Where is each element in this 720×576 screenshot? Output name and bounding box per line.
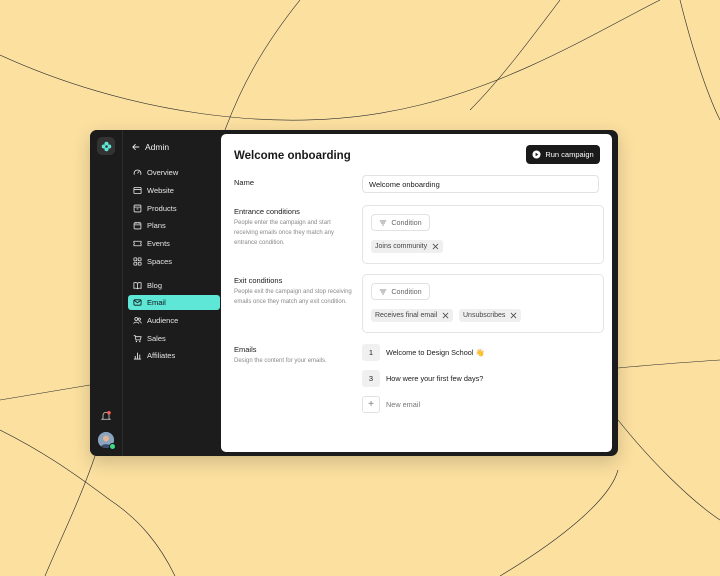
new-email-label: New email bbox=[386, 400, 421, 409]
icon-rail bbox=[90, 130, 123, 456]
name-input[interactable]: Welcome onboarding bbox=[362, 175, 599, 193]
sidebar-item-label: Website bbox=[147, 186, 174, 195]
entrance-conditions-label: Entrance conditions bbox=[234, 207, 300, 216]
sidebar-item-overview[interactable]: Overview bbox=[128, 165, 220, 180]
email-number: 3 bbox=[362, 370, 380, 387]
play-icon bbox=[532, 150, 541, 159]
remove-chip-icon[interactable] bbox=[510, 312, 517, 319]
browser-icon bbox=[133, 186, 142, 195]
back-to-admin-link[interactable]: Admin bbox=[132, 140, 169, 154]
main-panel: Welcome onboarding Run campaign Name Wel… bbox=[221, 134, 612, 452]
run-campaign-label: Run campaign bbox=[545, 150, 594, 159]
flower-logo-icon bbox=[101, 141, 111, 151]
mail-icon bbox=[133, 299, 142, 306]
arrow-left-icon bbox=[132, 143, 140, 151]
sidebar-item-label: Sales bbox=[147, 334, 166, 343]
sidebar-item-label: Products bbox=[147, 204, 177, 213]
sidebar-item-label: Events bbox=[147, 239, 170, 248]
page-title: Welcome onboarding bbox=[234, 150, 351, 162]
condition-button-label: Condition bbox=[391, 287, 422, 296]
sidebar-item-label: Email bbox=[147, 298, 166, 307]
name-label: Name bbox=[234, 178, 255, 187]
email-number: 1 bbox=[362, 344, 380, 361]
email-subject: How were your first few days? bbox=[386, 374, 484, 383]
box-icon bbox=[133, 204, 142, 213]
run-campaign-button[interactable]: Run campaign bbox=[526, 145, 600, 164]
entrance-conditions-description: People enter the campaign and start rece… bbox=[234, 220, 335, 246]
condition-button-label: Condition bbox=[391, 218, 422, 227]
sidebar-item-label: Affiliates bbox=[147, 351, 176, 360]
sidebar-item-label: Blog bbox=[147, 281, 163, 290]
users-icon bbox=[133, 317, 142, 324]
sidebar-item-website[interactable]: Website bbox=[128, 183, 220, 198]
cart-icon bbox=[133, 334, 142, 343]
sidebar-item-blog[interactable]: Blog bbox=[128, 278, 220, 293]
emails-label: Emails bbox=[234, 345, 257, 354]
chip-label: Unsubscribes bbox=[463, 312, 506, 319]
sidebar-item-products[interactable]: Products bbox=[128, 201, 220, 216]
sidebar-item-label: Spaces bbox=[147, 257, 173, 266]
filter-icon bbox=[380, 289, 387, 294]
add-entrance-condition-button[interactable]: Condition bbox=[371, 214, 430, 231]
calendar-icon bbox=[133, 221, 142, 230]
sidebar-item-label: Overview bbox=[147, 168, 179, 177]
app-window: Admin Overview Website Products Plans Ev… bbox=[90, 130, 618, 456]
sidebar-item-label: Audience bbox=[147, 316, 179, 325]
sidebar-item-email[interactable]: Email bbox=[128, 295, 220, 310]
grid-icon bbox=[133, 257, 142, 266]
back-label: Admin bbox=[145, 142, 170, 152]
email-subject: Welcome to Design School 👋 bbox=[386, 348, 485, 357]
book-icon bbox=[133, 282, 142, 290]
remove-chip-icon[interactable] bbox=[432, 243, 439, 250]
app-logo[interactable] bbox=[97, 137, 115, 155]
exit-conditions-description: People exit the campaign and stop receiv… bbox=[234, 289, 352, 305]
sidebar-item-sales[interactable]: Sales bbox=[128, 331, 220, 346]
sidebar-item-label: Plans bbox=[147, 221, 166, 230]
sidebar-item-plans[interactable]: Plans bbox=[128, 218, 220, 233]
chip-label: Joins community bbox=[375, 243, 428, 250]
condition-chip: Joins community bbox=[371, 240, 444, 253]
notification-bell-icon[interactable] bbox=[100, 410, 112, 422]
emails-description: Design the content for your emails. bbox=[234, 358, 327, 364]
exit-conditions-label: Exit conditions bbox=[234, 276, 283, 285]
plus-icon: + bbox=[362, 396, 380, 413]
exit-conditions-box: Condition Receives final email Unsubscri… bbox=[362, 274, 604, 333]
sidebar-item-affiliates[interactable]: Affiliates bbox=[128, 348, 220, 363]
chip-label: Receives final email bbox=[375, 312, 438, 319]
sidebar: Admin Overview Website Products Plans Ev… bbox=[122, 130, 222, 456]
online-status-indicator bbox=[109, 443, 116, 450]
condition-chip: Receives final email bbox=[371, 309, 454, 322]
remove-chip-icon[interactable] bbox=[442, 312, 449, 319]
sidebar-item-spaces[interactable]: Spaces bbox=[128, 254, 220, 269]
email-row[interactable]: 3 How were your first few days? bbox=[362, 370, 483, 387]
email-row[interactable]: 1 Welcome to Design School 👋 bbox=[362, 344, 485, 361]
gauge-icon bbox=[133, 169, 142, 175]
condition-chip: Unsubscribes bbox=[459, 309, 522, 322]
new-email-button[interactable]: + New email bbox=[362, 396, 420, 413]
filter-icon bbox=[380, 220, 387, 225]
sidebar-item-events[interactable]: Events bbox=[128, 236, 220, 251]
entrance-conditions-box: Condition Joins community bbox=[362, 205, 604, 264]
add-exit-condition-button[interactable]: Condition bbox=[371, 283, 430, 300]
sidebar-item-audience[interactable]: Audience bbox=[128, 313, 220, 328]
chart-icon bbox=[133, 352, 142, 360]
ticket-icon bbox=[133, 240, 142, 247]
